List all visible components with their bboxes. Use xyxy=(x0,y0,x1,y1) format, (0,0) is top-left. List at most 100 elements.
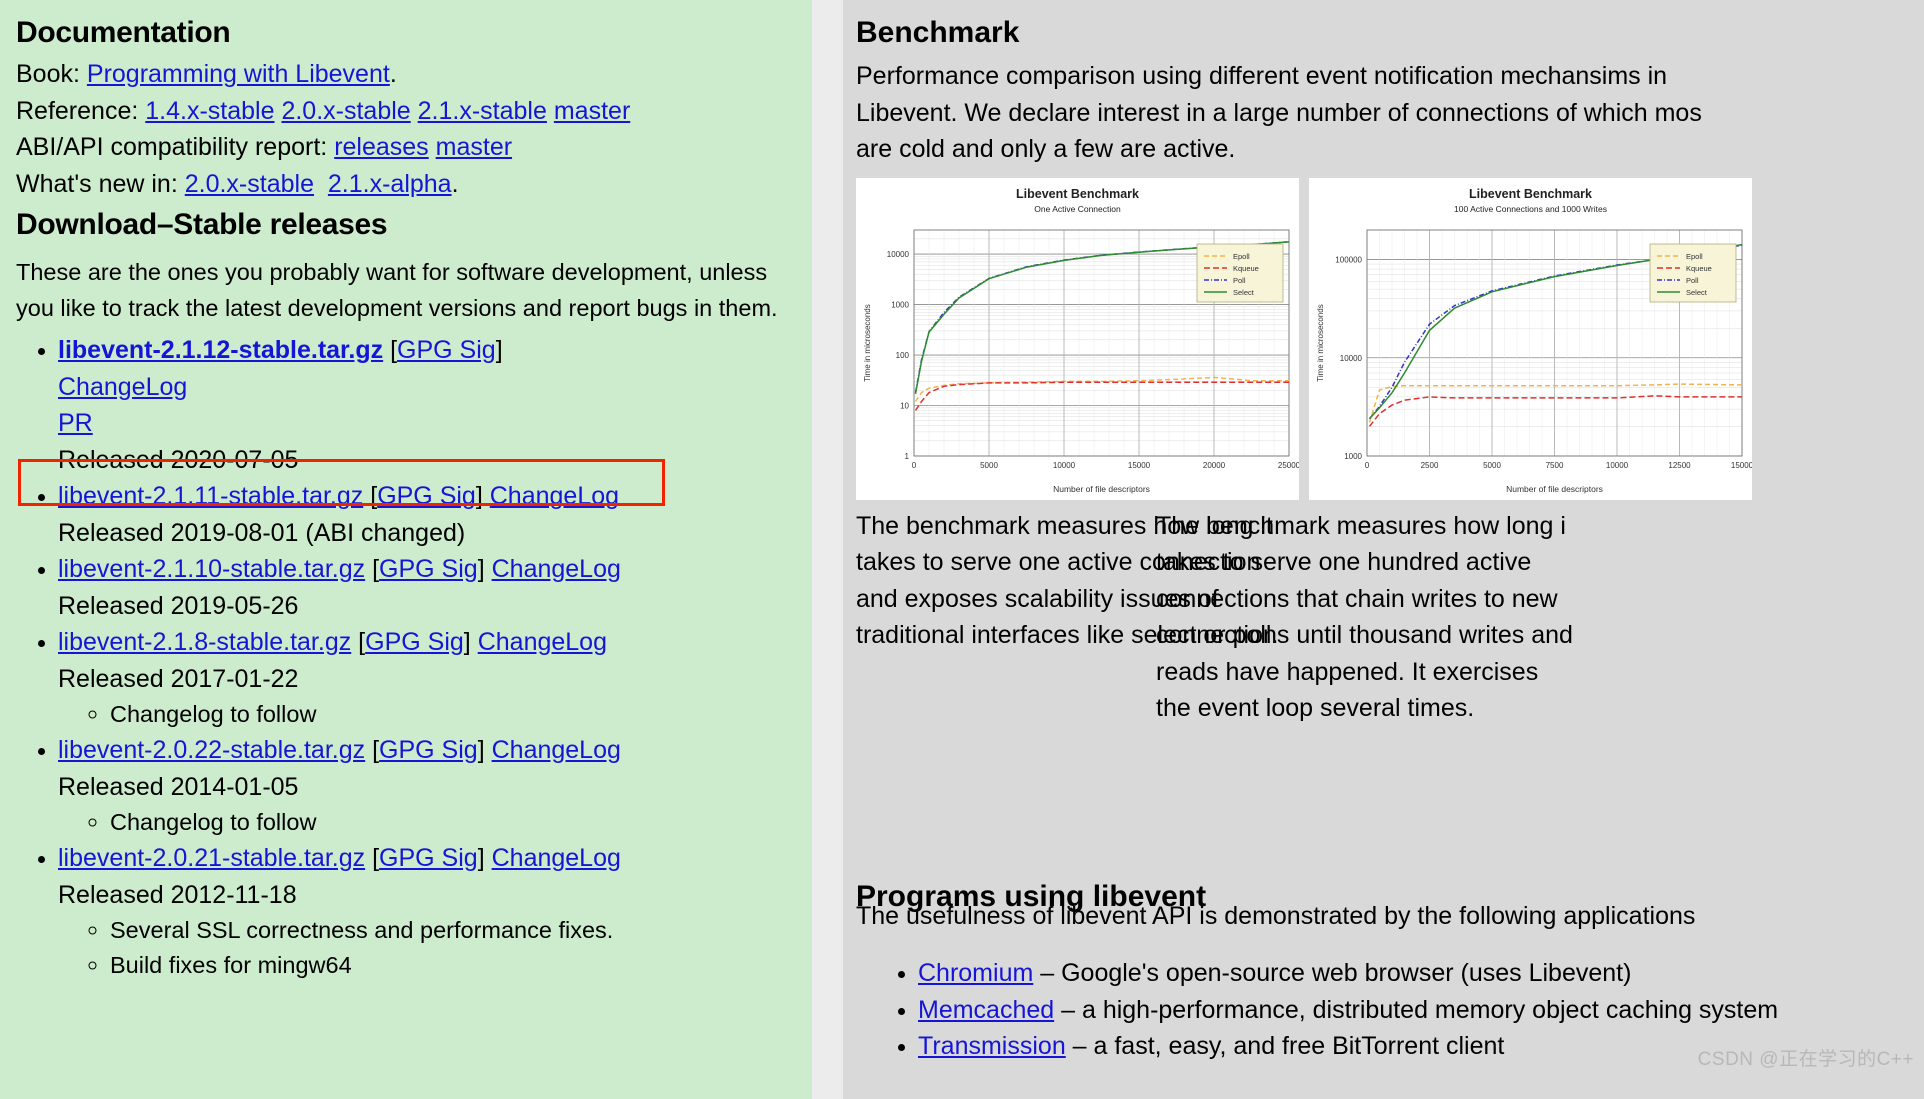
release-gpg-sig-link[interactable]: GPG Sig xyxy=(379,736,478,764)
reference-label: Reference: xyxy=(16,96,139,125)
release-item: libevent-2.1.10-stable.tar.gz [GPG Sig] … xyxy=(58,551,798,624)
link-new-2-1-x-alpha[interactable]: 2.1.x-alpha xyxy=(328,170,452,198)
release-gpg-sig-link[interactable]: GPG Sig xyxy=(365,628,464,656)
svg-text:5000: 5000 xyxy=(980,461,998,470)
release-download-link[interactable]: libevent-2.0.22-stable.tar.gz xyxy=(58,736,365,764)
program-link[interactable]: Memcached xyxy=(918,996,1054,1024)
program-link[interactable]: Transmission xyxy=(918,1032,1066,1060)
release-note-item: Changelog to follow xyxy=(110,697,798,732)
caption-line: reads have happened. It exercises xyxy=(1156,657,1539,686)
program-item: Memcached – a high-performance, distribu… xyxy=(918,992,1924,1029)
csdn-watermark: CSDN @正在学习的C++ xyxy=(1697,1049,1914,1070)
link-abi-releases[interactable]: releases xyxy=(334,133,429,161)
link-ref-1-4-x-stable[interactable]: 1.4.x-stable xyxy=(145,97,274,125)
whats-new-line: What's new in: 2.0.x-stable 2.1.x-alpha. xyxy=(16,166,798,203)
link-ref-master[interactable]: master xyxy=(554,97,630,125)
svg-text:Poll: Poll xyxy=(1233,276,1246,285)
release-changelog-link[interactable]: ChangeLog xyxy=(492,736,621,764)
benchmark-desc-line: are cold and only a few are active. xyxy=(856,135,1236,163)
whats-new-label: What's new in: xyxy=(16,169,178,198)
release-pr-link[interactable]: PR xyxy=(58,409,93,437)
book-label: Book: xyxy=(16,60,80,88)
download-intro: These are the ones you probably want for… xyxy=(16,259,778,321)
link-ref-2-1-x-stable[interactable]: 2.1.x-stable xyxy=(418,97,547,125)
chart-svg: Libevent Benchmark 100 Active Connections… xyxy=(1309,177,1752,500)
svg-text:12500: 12500 xyxy=(1668,461,1691,470)
svg-text:20000: 20000 xyxy=(1203,461,1226,470)
release-download-link[interactable]: libevent-2.1.12-stable.tar.gz xyxy=(58,336,383,364)
svg-text:Number of file descriptors: Number of file descriptors xyxy=(1506,484,1603,494)
release-note-item: Several SSL correctness and performance … xyxy=(110,913,798,948)
release-date: Released 2014-01-05 xyxy=(58,772,299,801)
caption-line: the event loop several times. xyxy=(1156,694,1475,722)
svg-text:10000: 10000 xyxy=(887,250,910,259)
svg-text:Select: Select xyxy=(1233,288,1255,297)
svg-text:25000: 25000 xyxy=(1278,461,1299,470)
svg-text:Time in microseconds: Time in microseconds xyxy=(863,304,872,382)
svg-text:10000: 10000 xyxy=(1340,353,1363,362)
release-item: libevent-2.0.21-stable.tar.gz [GPG Sig] … xyxy=(58,840,798,983)
release-notes-list: Changelog to follow xyxy=(58,805,798,840)
release-notes-list: Changelog to follow xyxy=(58,697,798,732)
release-notes-list: Several SSL correctness and performance … xyxy=(58,913,798,983)
svg-text:Libevent Benchmark: Libevent Benchmark xyxy=(1016,187,1139,201)
svg-text:0: 0 xyxy=(912,461,917,470)
chart-two-caption: The benchmark measures how long i takes t… xyxy=(1156,508,1573,727)
release-download-link[interactable]: libevent-2.1.8-stable.tar.gz xyxy=(58,628,351,656)
caption-line: The benchmark measures how long i xyxy=(1156,511,1566,540)
chart-one-active-connection: Libevent Benchmark One Active Connection 1… xyxy=(856,177,1299,500)
svg-text:100: 100 xyxy=(896,351,910,360)
svg-text:5000: 5000 xyxy=(1483,461,1501,470)
release-item: libevent-2.1.12-stable.tar.gz [GPG Sig] … xyxy=(58,332,798,478)
svg-text:One Active Connection: One Active Connection xyxy=(1034,204,1121,214)
release-changelog-link[interactable]: ChangeLog xyxy=(478,628,607,656)
svg-text:Epoll: Epoll xyxy=(1233,252,1250,261)
release-item: libevent-2.1.11-stable.tar.gz [GPG Sig] … xyxy=(58,478,798,551)
documentation-heading: Documentation xyxy=(16,16,231,49)
release-changelog-link[interactable]: ChangeLog xyxy=(58,373,187,401)
release-note-item: Build fixes for mingw64 xyxy=(110,948,798,983)
svg-text:Time in microseconds: Time in microseconds xyxy=(1316,304,1325,382)
svg-text:100 Active Connections and 100: 100 Active Connections and 1000 Writes xyxy=(1454,204,1607,214)
release-changelog-link[interactable]: ChangeLog xyxy=(492,844,621,872)
svg-text:0: 0 xyxy=(1365,461,1370,470)
release-gpg-sig-link[interactable]: GPG Sig xyxy=(397,336,496,364)
release-gpg-sig-link[interactable]: GPG Sig xyxy=(379,555,478,583)
svg-text:100000: 100000 xyxy=(1335,255,1362,264)
release-changelog-link[interactable]: ChangeLog xyxy=(492,555,621,583)
page-root: Documentation Book: Programming with Lib… xyxy=(0,0,1924,1099)
svg-text:1000: 1000 xyxy=(891,300,909,309)
svg-text:Epoll: Epoll xyxy=(1686,252,1703,261)
svg-text:Poll: Poll xyxy=(1686,276,1699,285)
release-download-link[interactable]: libevent-2.0.21-stable.tar.gz xyxy=(58,844,365,872)
svg-text:15000: 15000 xyxy=(1128,461,1151,470)
book-line: Book: Programming with Libevent. xyxy=(16,56,798,93)
release-list: libevent-2.1.12-stable.tar.gz [GPG Sig] … xyxy=(16,332,798,983)
release-download-link[interactable]: libevent-2.1.10-stable.tar.gz xyxy=(58,555,365,583)
caption-line: takes to serve one hundred active xyxy=(1156,548,1532,576)
svg-text:15000: 15000 xyxy=(1731,461,1752,470)
program-link[interactable]: Chromium xyxy=(918,959,1033,987)
program-item: Chromium – Google's open-source web brow… xyxy=(918,955,1924,992)
svg-text:1000: 1000 xyxy=(1344,452,1362,461)
abi-label: ABI/API compatibility report: xyxy=(16,133,328,161)
chart-captions: The benchmark measures how long it takes … xyxy=(856,508,1924,723)
right-content-panel: Benchmark Performance comparison using d… xyxy=(843,0,1924,1099)
svg-text:2500: 2500 xyxy=(1421,461,1439,470)
link-ref-2-0-x-stable[interactable]: 2.0.x-stable xyxy=(281,97,410,125)
release-date: Released 2012-11-18 xyxy=(58,880,297,909)
release-changelog-link[interactable]: ChangeLog xyxy=(490,482,619,510)
release-date: Released 2017-01-22 xyxy=(58,664,299,693)
release-download-link[interactable]: libevent-2.1.11-stable.tar.gz xyxy=(58,482,363,510)
link-new-2-0-x-stable[interactable]: 2.0.x-stable xyxy=(185,170,314,198)
svg-text:Select: Select xyxy=(1686,288,1708,297)
release-date: Released 2019-05-26 xyxy=(58,591,299,620)
chart-svg: Libevent Benchmark One Active Connection 1… xyxy=(856,177,1299,500)
link-programming-with-libevent[interactable]: Programming with Libevent xyxy=(87,60,390,88)
svg-text:10: 10 xyxy=(900,401,909,410)
benchmark-heading: Benchmark xyxy=(856,16,1020,49)
release-gpg-sig-link[interactable]: GPG Sig xyxy=(379,844,478,872)
link-abi-master[interactable]: master xyxy=(436,133,512,161)
release-gpg-sig-link[interactable]: GPG Sig xyxy=(377,482,476,510)
download-heading: Download–Stable releases xyxy=(16,208,388,241)
